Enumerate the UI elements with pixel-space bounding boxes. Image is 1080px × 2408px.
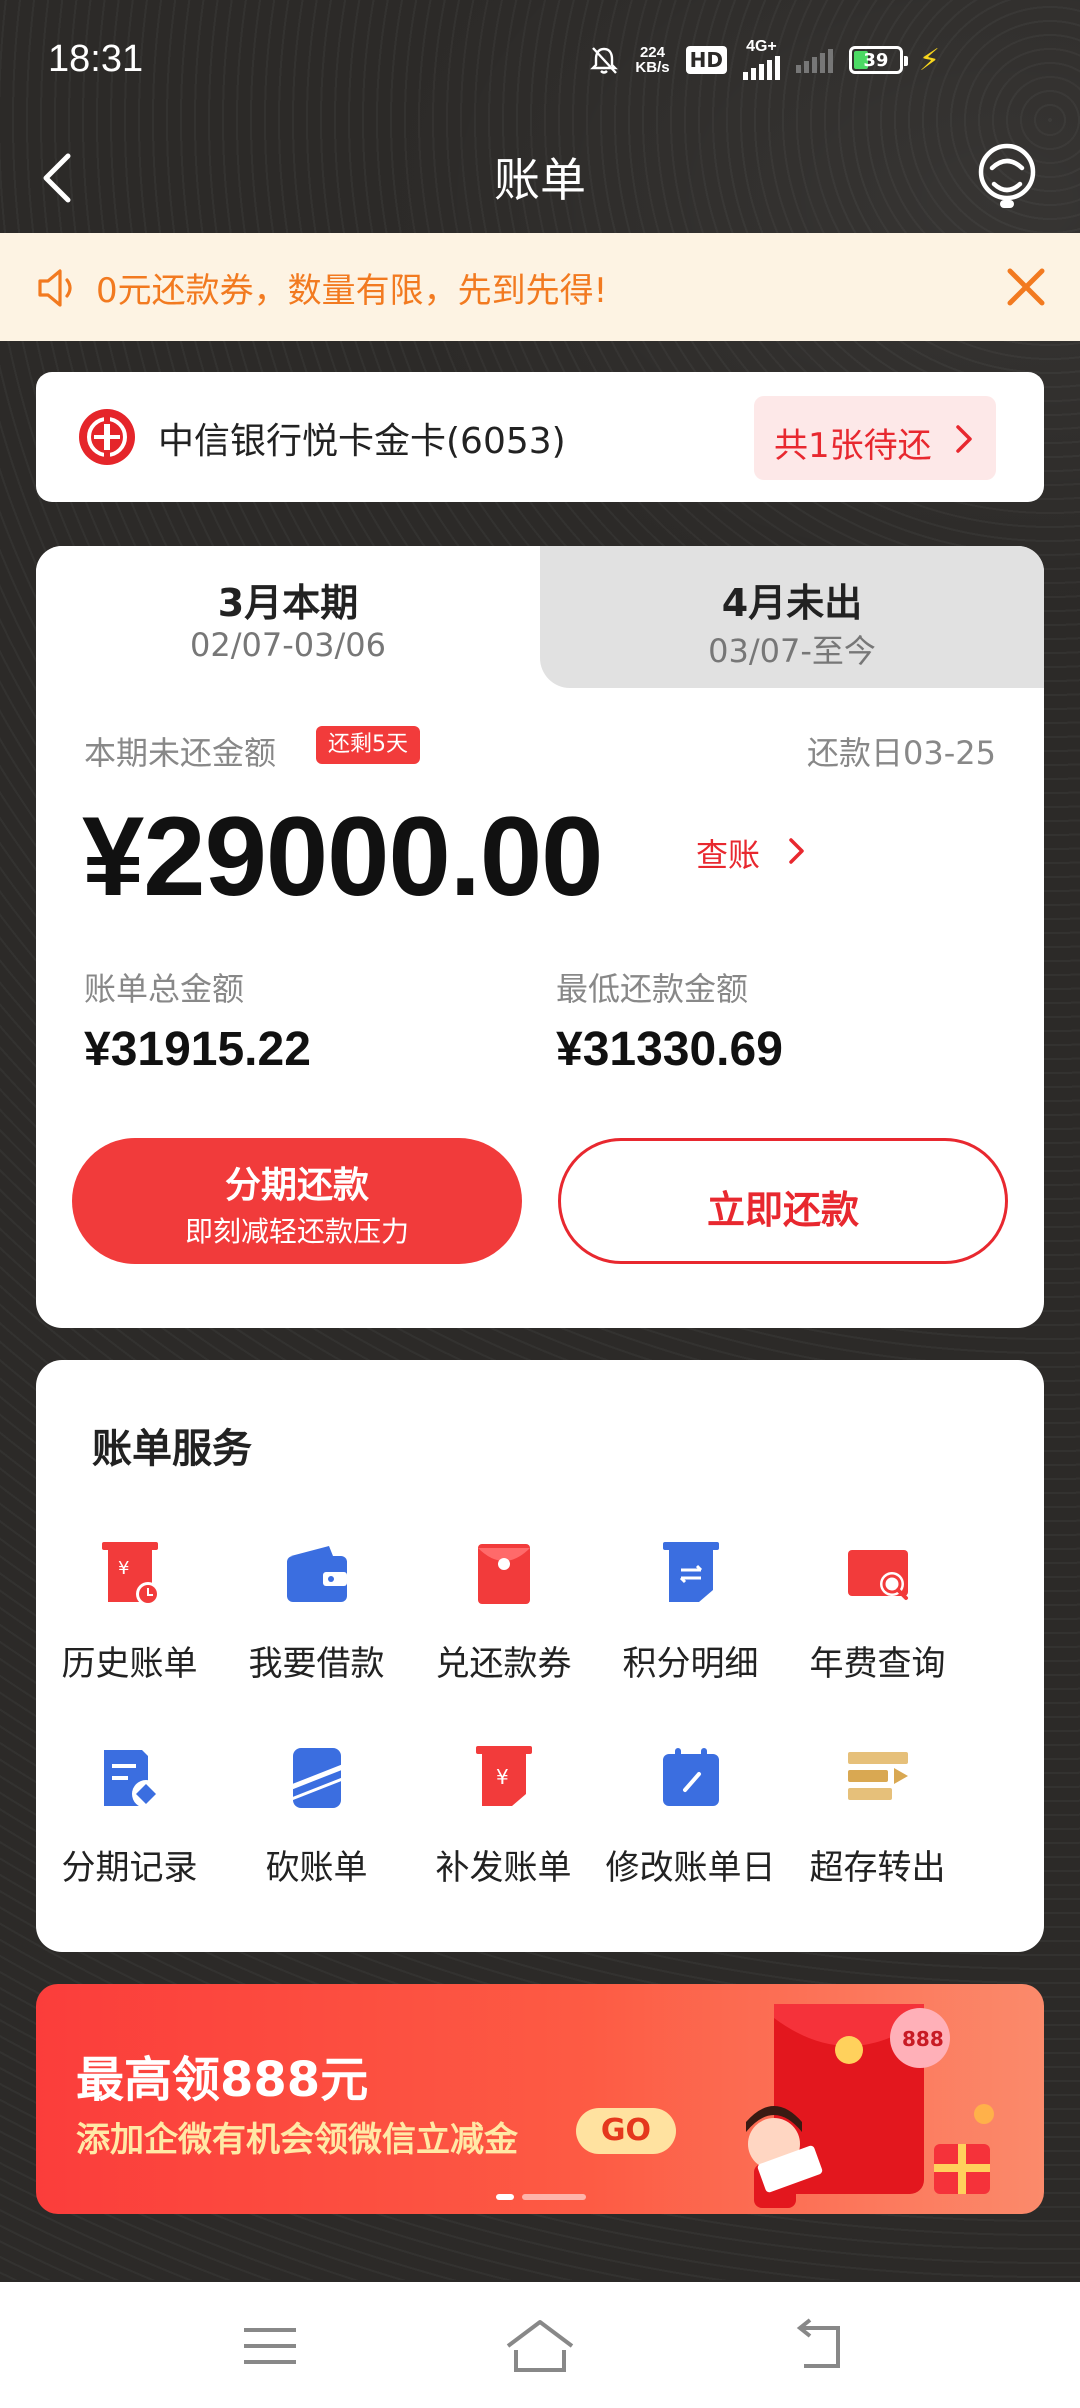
total-amount-stat: 账单总金额 ¥31915.22 [84, 964, 311, 1077]
service-annual-fee[interactable]: 年费查询 [784, 1540, 971, 1710]
card-selector[interactable]: 中信银行悦卡金卡(6053) 共1张待还 [36, 372, 1044, 502]
tab-month: 3月本期 [217, 581, 359, 625]
signal-2-icon [795, 47, 833, 73]
battery-level: 39 [863, 49, 889, 71]
chevron-right-icon [789, 838, 804, 864]
service-transfer-out[interactable]: 超存转出 [784, 1744, 971, 1914]
service-label: 超存转出 [809, 1848, 946, 1888]
bill-card: 3月本期 02/07-03/06 4月未出 03/07-至今 本期未还金额 还剩… [36, 546, 1044, 1328]
bell-off-icon [590, 47, 619, 74]
banner-coin-label: 888 [902, 2027, 944, 2051]
system-nav-bar [0, 2282, 1080, 2408]
service-history-bill[interactable]: ¥ 历史账单 [36, 1540, 223, 1710]
red-envelope-illustration-icon: 888 [746, 2004, 994, 2208]
charging-icon: ⚡ [918, 42, 940, 78]
menu-icon[interactable] [230, 2312, 310, 2382]
unpaid-label: 本期未还金额 [84, 734, 277, 772]
fee-search-icon [848, 1550, 908, 1600]
service-label: 修改账单日 [605, 1848, 776, 1888]
installment-record-icon [104, 1750, 160, 1808]
tab-current-period[interactable]: 3月本期 02/07-03/06 [36, 546, 540, 688]
net-speed-unit: KB/s [635, 59, 670, 76]
service-label: 兑还款券 [435, 1644, 572, 1684]
pending-label: 共1张待还 [774, 426, 932, 466]
citic-bank-logo-icon [79, 409, 135, 465]
tab-range: 03/07-至今 [708, 632, 876, 670]
back-button[interactable] [30, 142, 90, 212]
speaker-icon [38, 269, 72, 307]
network-type: 4G+ [746, 38, 777, 55]
customer-service-icon[interactable] [972, 138, 1042, 214]
card-name: 中信银行悦卡金卡(6053) [158, 421, 566, 462]
service-label: 砍账单 [265, 1848, 368, 1888]
promo-banner[interactable]: 最高领888元 添加企微有机会领微信立减金 GO 888 [36, 1984, 1044, 2214]
points-icon [663, 1542, 719, 1602]
service-label: 积分明细 [622, 1644, 759, 1684]
wallet-icon [287, 1546, 347, 1602]
service-label: 年费查询 [809, 1644, 946, 1684]
net-speed: 224 KB/s [635, 45, 669, 75]
total-value: ¥31915.22 [84, 1023, 311, 1076]
banner-go-button[interactable]: GO [576, 2108, 676, 2154]
history-bill-icon: ¥ [102, 1542, 160, 1606]
notice-text: 0元还款券，数量有限，先到先得! [96, 271, 608, 311]
status-time: 18:31 [48, 38, 144, 80]
days-left-badge: 还剩5天 [316, 726, 420, 764]
notice-bar[interactable]: 0元还款券，数量有限，先到先得! [0, 233, 1080, 341]
hd-icon: HD [685, 46, 727, 74]
pay-now-button[interactable]: 立即还款 [558, 1138, 1008, 1264]
chevron-right-icon [956, 425, 972, 453]
net-speed-value: 224 [639, 44, 665, 61]
min-value: ¥31330.69 [556, 1023, 783, 1076]
svg-text:¥: ¥ [118, 1558, 129, 1579]
view-bill-link[interactable]: 查账 [696, 826, 846, 880]
status-bar: 18:31 224 KB/s HD 4G+ 39 ⚡ [0, 0, 1080, 120]
signal-icon [742, 54, 780, 80]
banner-title: 最高领888元 [76, 2052, 369, 2108]
close-icon[interactable] [998, 259, 1054, 315]
red-envelope-icon [478, 1544, 530, 1604]
cut-bill-icon [288, 1748, 346, 1808]
service-installment-record[interactable]: 分期记录 [36, 1744, 223, 1914]
service-cut-bill[interactable]: 砍账单 [223, 1744, 410, 1914]
page-title: 账单 [494, 153, 586, 207]
status-icons: 224 KB/s HD 4G+ 39 ⚡ [589, 38, 940, 80]
tab-month: 4月未出 [721, 581, 863, 625]
installment-button[interactable]: 分期还款 即刻减轻还款压力 [72, 1138, 522, 1264]
calendar-edit-icon [663, 1748, 719, 1806]
service-label: 我要借款 [248, 1644, 385, 1684]
unpaid-amount: ¥29000.00 [82, 794, 603, 919]
service-borrow[interactable]: 我要借款 [223, 1540, 410, 1710]
services-title: 账单服务 [92, 1426, 252, 1472]
reissue-bill-icon: ¥ [476, 1746, 532, 1806]
total-label: 账单总金额 [84, 970, 245, 1008]
service-label: 历史账单 [61, 1644, 198, 1684]
transfer-out-icon [848, 1752, 908, 1800]
service-label: 分期记录 [61, 1848, 198, 1888]
battery-icon: 39 [848, 46, 908, 74]
header: 账单 [0, 120, 1080, 232]
service-reissue-bill[interactable]: ¥ 补发账单 [410, 1744, 597, 1914]
pay-now-label: 立即还款 [706, 1188, 859, 1232]
min-payment-stat: 最低还款金额 ¥31330.69 [556, 964, 783, 1077]
bill-services: 账单服务 ¥ 历史账单 我要借款 兑还款券 积分明细 年费查询 分期记录 砍账单… [36, 1360, 1044, 1952]
installment-subtitle: 即刻减轻还款压力 [184, 1215, 409, 1248]
installment-title: 分期还款 [224, 1165, 369, 1206]
min-label: 最低还款金额 [556, 970, 749, 1008]
tab-next-period[interactable]: 4月未出 03/07-至今 [540, 546, 1044, 688]
carousel-indicator [496, 2194, 586, 2200]
tab-range: 02/07-03/06 [190, 626, 386, 664]
svg-text:¥: ¥ [496, 1765, 509, 1789]
view-bill-label: 查账 [696, 836, 761, 874]
due-date: 还款日03-25 [807, 734, 996, 772]
service-coupon[interactable]: 兑还款券 [410, 1540, 597, 1710]
service-label: 补发账单 [435, 1848, 572, 1888]
back-nav-icon[interactable] [780, 2312, 860, 2382]
banner-subtitle: 添加企微有机会领微信立减金 [76, 2120, 518, 2160]
signal-4g: 4G+ [742, 38, 780, 80]
service-change-bill-date[interactable]: 修改账单日 [597, 1744, 784, 1914]
home-icon[interactable] [500, 2312, 580, 2382]
service-points[interactable]: 积分明细 [597, 1540, 784, 1710]
pending-cards-button[interactable]: 共1张待还 [754, 396, 996, 480]
